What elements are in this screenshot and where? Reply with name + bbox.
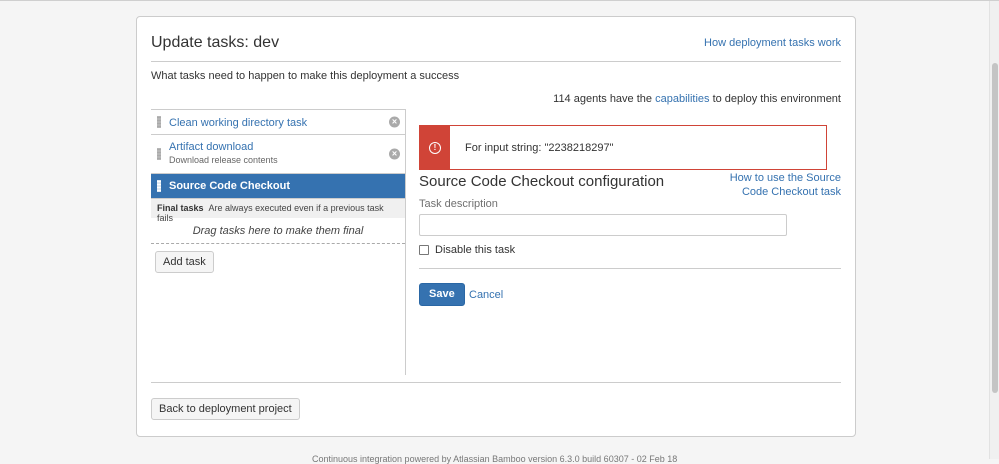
back-to-deployment-project-button[interactable]: Back to deployment project xyxy=(151,398,300,420)
error-stripe: ! xyxy=(420,126,450,169)
drag-handle-icon[interactable] xyxy=(157,116,161,128)
main-panel: Update tasks: dev How deployment tasks w… xyxy=(136,16,856,437)
error-icon: ! xyxy=(429,142,441,154)
task-description-input[interactable] xyxy=(419,214,787,236)
final-tasks-label: Final tasks xyxy=(157,203,204,213)
config-title: Source Code Checkout configuration xyxy=(419,173,665,190)
add-task-button[interactable]: Add task xyxy=(155,251,214,273)
disable-task-row[interactable]: Disable this task xyxy=(419,244,515,256)
task-description-label: Task description xyxy=(419,198,498,210)
agents-suffix: to deploy this environment xyxy=(712,93,841,105)
drag-handle-icon[interactable] xyxy=(157,148,161,160)
task-item-source-code-checkout[interactable]: Source Code Checkout xyxy=(151,173,405,198)
agents-prefix: 114 agents have the xyxy=(553,93,653,105)
task-item-artifact-download[interactable]: Artifact download Download release conte… xyxy=(151,134,405,173)
divider xyxy=(151,382,841,383)
task-list: Clean working directory task × Artifact … xyxy=(151,109,405,273)
help-link-deployment-tasks[interactable]: How deployment tasks work xyxy=(704,37,841,49)
final-tasks-header: Final tasks Are always executed even if … xyxy=(151,198,405,223)
task-description: Download release contents xyxy=(169,155,278,165)
page-title: Update tasks: dev xyxy=(151,34,280,51)
capabilities-link[interactable]: capabilities xyxy=(655,93,709,105)
divider xyxy=(419,268,841,269)
divider xyxy=(151,61,841,62)
footer-text: Continuous integration powered by Atlass… xyxy=(312,454,678,464)
task-name[interactable]: Source Code Checkout xyxy=(169,174,405,192)
agents-capabilities: 114 agents have the capabilities to depl… xyxy=(553,93,841,105)
page-scrollbar[interactable] xyxy=(989,1,999,459)
task-item-clean-working-directory[interactable]: Clean working directory task × xyxy=(151,109,405,134)
save-button[interactable]: Save xyxy=(419,283,465,306)
error-text: For input string: "2238218297" xyxy=(465,142,614,154)
error-message: ! For input string: "2238218297" xyxy=(419,125,827,170)
vertical-divider xyxy=(405,109,406,375)
task-name[interactable]: Artifact download xyxy=(169,135,405,153)
final-tasks-drop-zone[interactable]: Drag tasks here to make them final xyxy=(151,218,405,244)
disable-task-label[interactable]: Disable this task xyxy=(435,244,515,256)
drag-handle-icon[interactable] xyxy=(157,180,161,192)
remove-task-icon[interactable]: × xyxy=(389,116,400,128)
remove-task-icon[interactable]: × xyxy=(389,148,400,160)
task-name[interactable]: Clean working directory task xyxy=(169,110,405,129)
intro-text: What tasks need to happen to make this d… xyxy=(151,70,460,82)
howto-source-checkout-link[interactable]: How to use the Source Code Checkout task xyxy=(721,171,841,199)
scrollbar-thumb[interactable] xyxy=(992,63,998,393)
cancel-link[interactable]: Cancel xyxy=(469,289,503,301)
disable-task-checkbox[interactable] xyxy=(419,245,429,255)
